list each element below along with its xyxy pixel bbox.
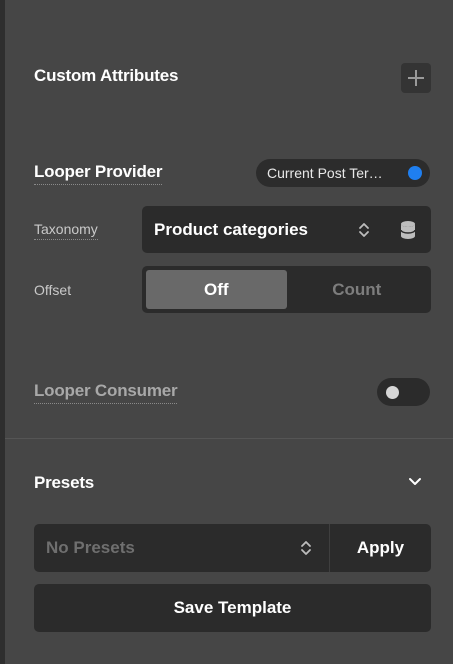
save-template-button[interactable]: Save Template: [34, 584, 431, 632]
chevron-up-down-icon: [301, 541, 311, 555]
toggle-knob: [386, 386, 399, 399]
taxonomy-value: Product categories: [154, 219, 308, 239]
presets-title: Presets: [34, 473, 95, 492]
chevron-up-down-icon: [359, 223, 369, 237]
presets-select[interactable]: No Presets: [34, 524, 329, 572]
looper-provider-title: Looper Provider: [34, 162, 163, 185]
offset-segmented-control: Off Count: [142, 266, 431, 313]
chevron-down-icon[interactable]: [408, 477, 422, 487]
plus-icon: [408, 70, 424, 86]
looper-consumer-title: Looper Consumer: [34, 381, 178, 404]
offset-option-off[interactable]: Off: [146, 270, 287, 309]
looper-provider-toggle[interactable]: Current Post Ter…: [256, 159, 430, 187]
looper-provider-source: Current Post Ter…: [267, 165, 383, 181]
add-attribute-button[interactable]: [401, 63, 431, 93]
offset-option-count[interactable]: Count: [287, 270, 428, 309]
offset-label: Offset: [34, 282, 72, 298]
taxonomy-label: Taxonomy: [34, 221, 98, 240]
database-icon[interactable]: [399, 220, 417, 240]
taxonomy-select[interactable]: Product categories: [142, 206, 431, 253]
presets-select-value: No Presets: [46, 538, 135, 557]
toggle-knob: [408, 166, 422, 180]
looper-consumer-toggle[interactable]: [377, 378, 430, 406]
apply-preset-button[interactable]: Apply: [329, 524, 431, 572]
section-divider: [5, 438, 453, 439]
custom-attributes-title: Custom Attributes: [34, 66, 179, 85]
panel-left-edge: [0, 0, 5, 664]
